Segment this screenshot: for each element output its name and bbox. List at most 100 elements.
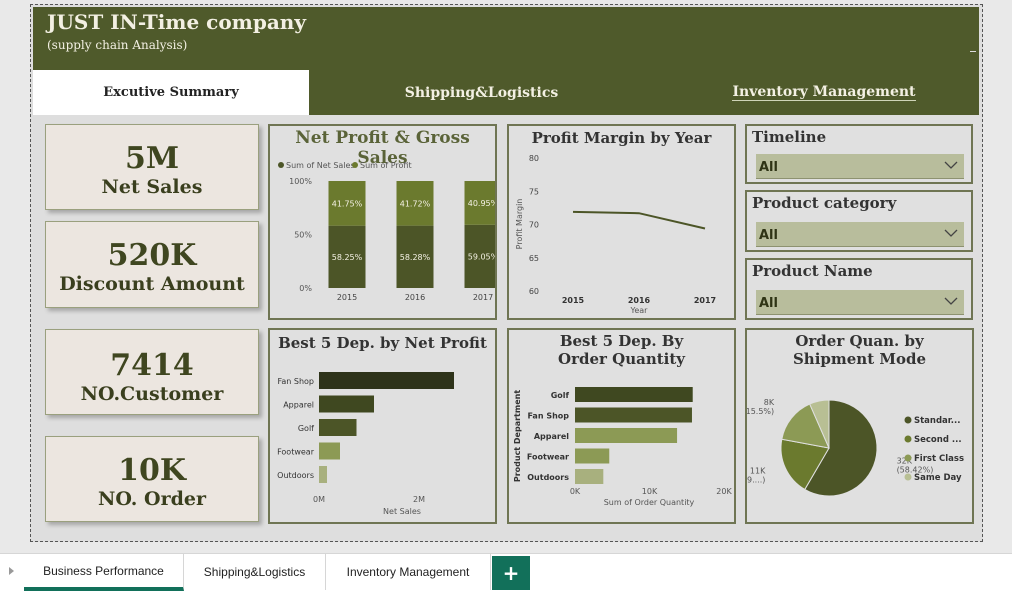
- tab-label: Inventory Management: [346, 565, 470, 579]
- x-tick-label: 2015: [562, 296, 585, 305]
- best-dep-net-profit-card: Best 5 Dep. by Net Profit Fan Shop Appare…: [268, 328, 497, 524]
- kpi-label: Discount Amount: [59, 273, 245, 295]
- slicer-product-category: Product category All: [745, 190, 973, 252]
- chart-title: Order Quan. by Shipment Mode: [792, 332, 927, 368]
- kpi-value: 10K: [118, 453, 186, 488]
- kpi-customers: 7414 NO.Customer: [45, 329, 259, 415]
- data-label: 8K: [764, 398, 775, 407]
- horizontal-bar-chart[interactable]: Golf Fan Shop Apparel Footwear Outdoors0K 10K…: [509, 368, 734, 523]
- legend-label: Sum of Profit: [360, 161, 412, 170]
- legend-label: First Class: [914, 454, 964, 464]
- y-tick-label: Footwear: [527, 453, 569, 462]
- pie-chart[interactable]: 32K(58.42%)11K(19....)8K(15.5%)Standar..…: [747, 372, 972, 522]
- report-subtitle: (supply chain Analysis): [47, 38, 188, 52]
- data-label: (19....): [747, 475, 765, 484]
- x-axis-label: Net Sales: [383, 507, 421, 516]
- legend-marker: [904, 473, 912, 481]
- y-tick-label: Outdoors: [277, 471, 314, 480]
- line-chart[interactable]: 60 65 70 75 80 2015 2016 2017 Year Profit Margin: [509, 152, 734, 317]
- x-tick-label: 0M: [313, 495, 325, 504]
- slicer-timeline: Timeline All: [745, 124, 973, 184]
- dropdown-value: All: [759, 228, 778, 243]
- bottom-tab-inventory-management[interactable]: Inventory Management: [326, 554, 491, 590]
- bar: [319, 442, 340, 460]
- chart-title: Profit Margin by Year: [531, 129, 712, 147]
- tab-executive-summary[interactable]: Excutive Summary: [33, 70, 309, 115]
- stacked-column-chart[interactable]: Sum of Net Sales Sum of Profit 0% 50% 100% 58…: [270, 156, 495, 316]
- product-category-dropdown[interactable]: All: [756, 222, 964, 247]
- legend-marker: [904, 416, 912, 424]
- tab-label: Shipping&Logistics: [203, 565, 306, 579]
- profit-margin-card: Profit Margin by Year 60 65 70 75 80 2015 2016…: [507, 124, 736, 320]
- kpi-label: Net Sales: [101, 176, 203, 198]
- scroll-left-icon[interactable]: [9, 567, 14, 575]
- report-header: JUST IN-Time company (supply chain Analy…: [33, 7, 979, 70]
- slicer-title: Product category: [752, 194, 897, 212]
- bar: [319, 395, 374, 413]
- data-label: 41.75%: [332, 199, 363, 208]
- bar: [575, 387, 693, 402]
- y-tick-label: Footwear: [277, 448, 315, 457]
- x-tick-label: 2017: [473, 293, 493, 302]
- y-tick-label: 65: [529, 254, 539, 263]
- y-tick-label: 75: [529, 187, 539, 196]
- legend-label: Same Day: [914, 473, 962, 483]
- y-axis-label: Profit Margin: [515, 199, 524, 250]
- data-label: 40.95%: [468, 199, 495, 208]
- y-axis-label: Product Department: [513, 390, 522, 482]
- tab-inventory-management[interactable]: Inventory Management: [691, 70, 957, 115]
- x-tick-label: 2017: [694, 296, 716, 305]
- product-name-dropdown[interactable]: All: [756, 290, 964, 315]
- bottom-tab-shipping-logistics[interactable]: Shipping&Logistics: [184, 554, 326, 590]
- tab-shipping-logistics[interactable]: Shipping&Logistics: [349, 70, 614, 115]
- dropdown-value: All: [759, 296, 778, 311]
- slicer-title: Timeline: [752, 128, 827, 146]
- legend-label: Sum of Net Sales: [286, 161, 355, 170]
- data-label: 58.28%: [400, 253, 431, 262]
- horizontal-bar-chart[interactable]: Fan Shop Apparel Golf Footwear Outdoors 0M 2M N…: [270, 358, 495, 523]
- x-tick-label: 20K: [716, 487, 732, 496]
- chevron-down-icon: [944, 229, 958, 237]
- chart-title: Best 5 Dep. by Net Profit: [278, 334, 487, 352]
- report-title: JUST IN-Time company: [47, 10, 306, 34]
- x-tick-label: 2015: [337, 293, 357, 302]
- y-tick-label: Apparel: [283, 401, 314, 410]
- data-label: (15.5%): [747, 407, 774, 416]
- chevron-down-icon: [944, 297, 958, 305]
- y-tick-label: 0%: [299, 284, 312, 293]
- page-tabs-bar: Business Performance Shipping&Logistics …: [0, 553, 1012, 592]
- net-profit-gross-sales-card: Net Profit & Gross Sales Sum of Net Sale…: [268, 124, 497, 320]
- kpi-label: NO. Order: [98, 488, 206, 510]
- x-axis-label: Year: [630, 306, 649, 315]
- bar: [319, 466, 327, 483]
- bar: [575, 428, 678, 443]
- y-tick-label: Outdoors: [527, 473, 569, 482]
- slicer-title: Product Name: [752, 262, 873, 280]
- bottom-tab-business-performance[interactable]: Business Performance: [24, 554, 184, 591]
- data-label: 11K: [750, 466, 766, 475]
- tab-label: Excutive Summary: [103, 85, 239, 100]
- legend-marker: [904, 435, 912, 443]
- y-tick-label: 60: [529, 287, 539, 296]
- plus-icon: +: [502, 561, 520, 585]
- chart-title: Best 5 Dep. By Order Quantity: [558, 332, 685, 368]
- tab-label: Business Performance: [43, 563, 164, 578]
- bar: [575, 407, 692, 423]
- timeline-dropdown[interactable]: All: [756, 154, 964, 179]
- y-tick-label: Apparel: [534, 432, 569, 441]
- kpi-value: 7414: [110, 348, 194, 383]
- data-label: 59.05%: [468, 252, 495, 261]
- x-axis-label: Sum of Order Quantity: [604, 498, 695, 507]
- bar: [319, 372, 454, 389]
- x-tick-label: 2016: [628, 296, 651, 305]
- y-tick-label: 70: [529, 221, 539, 230]
- y-tick-label: 80: [529, 154, 539, 163]
- slicer-product-name: Product Name All: [745, 258, 973, 320]
- y-tick-label: Golf: [551, 391, 570, 400]
- bar: [575, 448, 610, 464]
- dropdown-value: All: [759, 160, 778, 175]
- y-tick-label: Fan Shop: [527, 412, 569, 421]
- add-page-button[interactable]: +: [492, 556, 530, 590]
- y-tick-label: 100%: [289, 177, 312, 186]
- page-nav-bar: Excutive Summary Shipping&Logistics Inve…: [33, 70, 979, 115]
